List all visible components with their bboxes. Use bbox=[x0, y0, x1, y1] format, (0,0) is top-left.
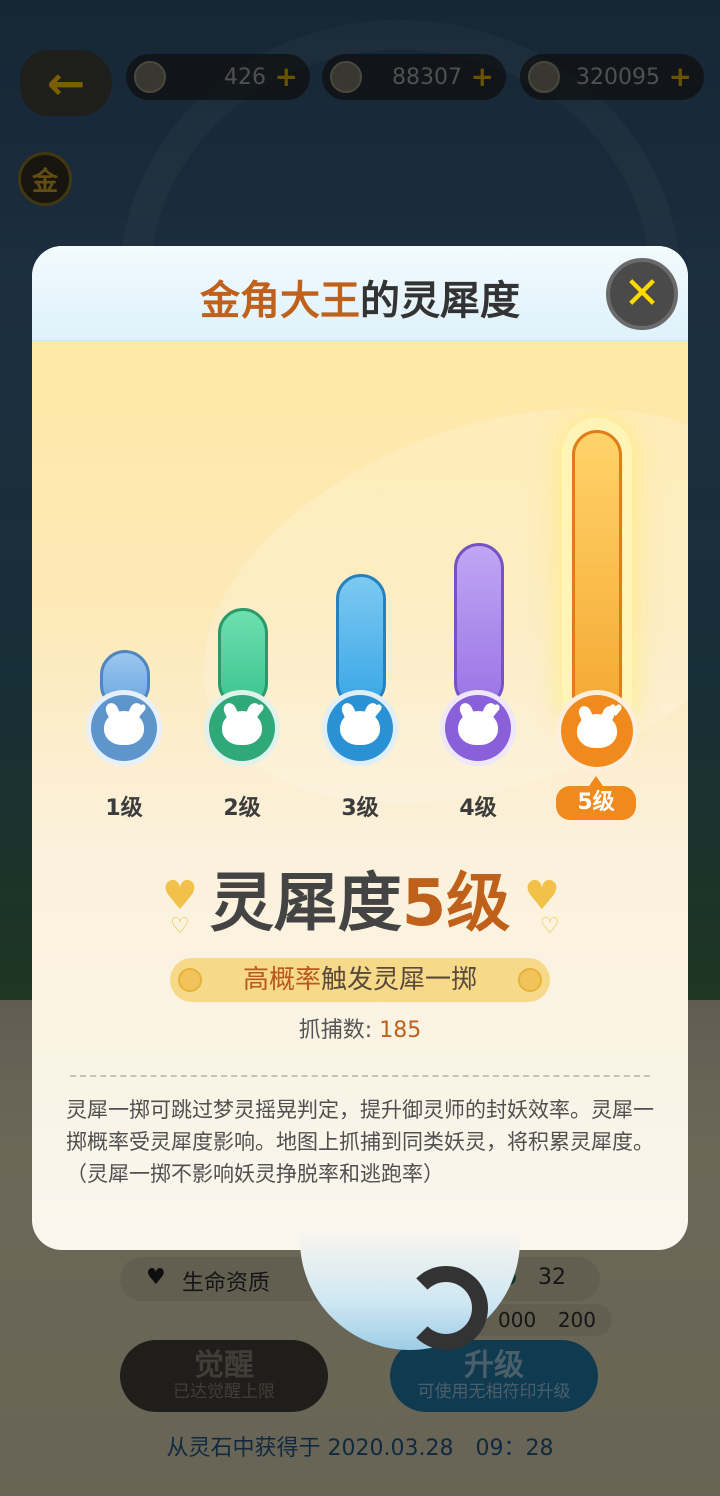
effect-pill: 高概率触发灵犀一掷 bbox=[170, 958, 550, 1002]
affinity-level: 5级 bbox=[401, 867, 511, 941]
catch-count: 抓捕数: 185 bbox=[0, 1012, 720, 1044]
heart-icon: ♥ bbox=[132, 701, 147, 720]
catch-value: 185 bbox=[379, 1018, 422, 1043]
level-4-bar bbox=[454, 543, 504, 708]
level-2-orb[interactable]: ♥ bbox=[204, 690, 280, 766]
close-icon: ✕ bbox=[623, 268, 661, 319]
coin-ornament-icon bbox=[518, 968, 542, 992]
effect-text: 触发灵犀一掷 bbox=[321, 965, 478, 995]
heart-icon: ♥ bbox=[486, 701, 501, 720]
effect-highlight: 高概率 bbox=[242, 965, 321, 995]
popup-title: 金角大王的灵犀度 bbox=[32, 268, 688, 326]
heart-icon: ♥ bbox=[608, 701, 623, 720]
level-5-bar bbox=[572, 430, 622, 720]
description-text: 灵犀一掷可跳过梦灵摇晃判定，提升御灵师的封妖效率。灵犀一掷概率受灵犀度影响。地图… bbox=[66, 1098, 654, 1186]
level-3-bar bbox=[336, 574, 386, 708]
divider bbox=[70, 1075, 650, 1077]
level-5-orb[interactable]: ♥ bbox=[556, 690, 638, 772]
level-1-label: 1级 bbox=[105, 796, 143, 821]
close-button[interactable]: ✕ bbox=[606, 258, 678, 330]
level-2-label: 2级 bbox=[223, 796, 261, 821]
coin-ornament-icon bbox=[178, 968, 202, 992]
popup-header: 金角大王的灵犀度 bbox=[32, 246, 688, 342]
monster-name: 金角大王 bbox=[200, 278, 360, 324]
catch-label: 抓捕数: bbox=[298, 1018, 373, 1043]
level-3-label: 3级 bbox=[341, 796, 379, 821]
cloud-curl-icon bbox=[404, 1266, 488, 1350]
heart-icon: ♥ bbox=[368, 701, 383, 720]
title-suffix: 的灵犀度 bbox=[360, 278, 520, 324]
current-level-title: 灵犀度5级 bbox=[0, 852, 720, 944]
level-4-orb[interactable]: ♥ bbox=[440, 690, 516, 766]
level-1-orb[interactable]: ♥ bbox=[86, 690, 162, 766]
level-5-label: 5级 bbox=[556, 776, 636, 820]
level-4-label: 4级 bbox=[459, 796, 497, 821]
affinity-label: 灵犀度 bbox=[209, 867, 402, 941]
level-3-orb[interactable]: ♥ bbox=[322, 690, 398, 766]
heart-icon: ♥ bbox=[250, 701, 265, 720]
